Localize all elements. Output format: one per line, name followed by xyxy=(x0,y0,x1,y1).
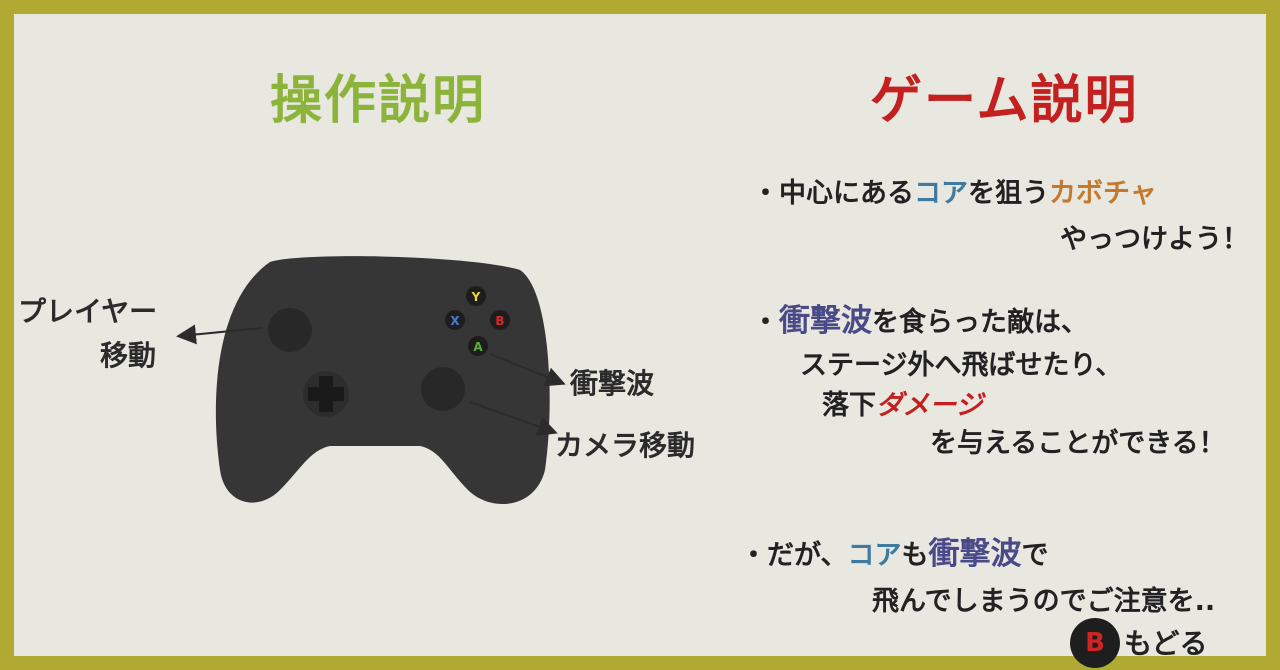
svg-text:X: X xyxy=(450,314,460,328)
shockwave-term-2: 衝撃波 xyxy=(928,536,1022,572)
controller-body xyxy=(215,256,550,504)
shockwave-label: 衝撃波 xyxy=(570,367,655,400)
back-label[interactable]: もどる xyxy=(1124,622,1207,662)
svg-text:Y: Y xyxy=(471,290,481,304)
desc-line-1: ・中心にあるコアを狙うカボチャ xyxy=(752,178,1157,209)
damage-term: ダメージ xyxy=(876,390,983,421)
b-button-glyph: B xyxy=(1085,628,1105,658)
dpad-icon xyxy=(303,371,349,417)
shockwave-term: 衝撃波 xyxy=(779,303,872,339)
desc-line-6: を与えることができる！ xyxy=(930,428,1226,459)
core-term: コア xyxy=(914,178,968,209)
svg-text:B: B xyxy=(495,314,504,328)
svg-text:A: A xyxy=(473,340,483,354)
left-stick xyxy=(268,308,312,352)
desc-line-5: 落下ダメージ xyxy=(822,390,983,421)
desc-line-7: ・だが、コアも衝撃波で xyxy=(740,536,1049,572)
camera-move-label: カメラ移動 xyxy=(555,429,696,462)
right-stick xyxy=(421,367,465,411)
controller-illustration: Y X B A xyxy=(176,256,566,504)
back-button[interactable]: B xyxy=(1070,618,1120,668)
desc-line-3: ・衝撃波を食らった敵は、 xyxy=(752,303,1088,339)
player-move-label-2: 移動 xyxy=(100,339,157,372)
player-move-label: プレイヤー xyxy=(18,295,158,328)
desc-line-4: ステージ外へ飛ばせたり、 xyxy=(800,350,1123,381)
desc-line-8: 飛んでしまうのでご注意を.. xyxy=(872,586,1216,617)
pumpkin-term: カボチャ xyxy=(1049,178,1157,209)
desc-line-2: やっつけよう！ xyxy=(1060,224,1249,255)
core-term-2: コア xyxy=(847,540,902,571)
